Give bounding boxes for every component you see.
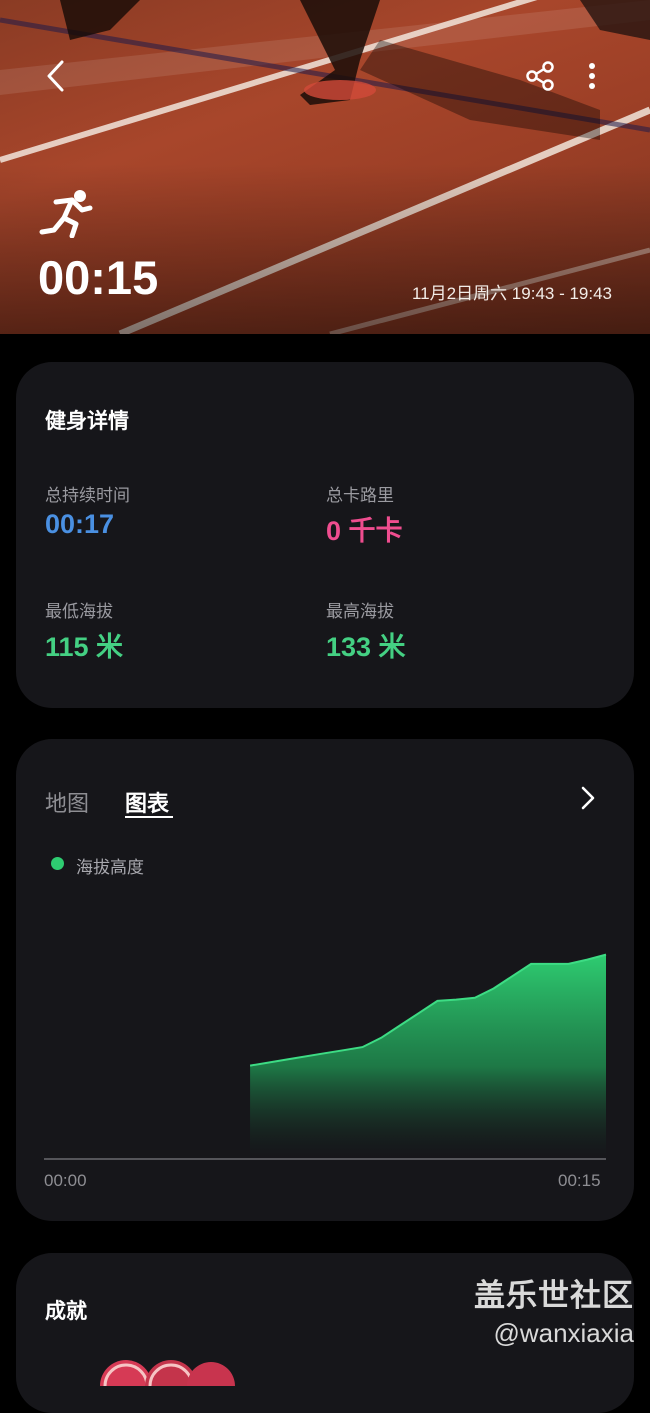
achievement-badges bbox=[100, 1360, 235, 1386]
watermark-community: 盖乐世社区 bbox=[474, 1278, 634, 1314]
achievements-title: 成就 bbox=[45, 1299, 87, 1323]
x-axis-end-tick: 00:15 bbox=[558, 1171, 601, 1190]
watermark-username: @wanxiaxia bbox=[493, 1318, 634, 1348]
altitude-chart bbox=[44, 953, 607, 1160]
x-axis-start-tick: 00:00 bbox=[44, 1171, 87, 1190]
